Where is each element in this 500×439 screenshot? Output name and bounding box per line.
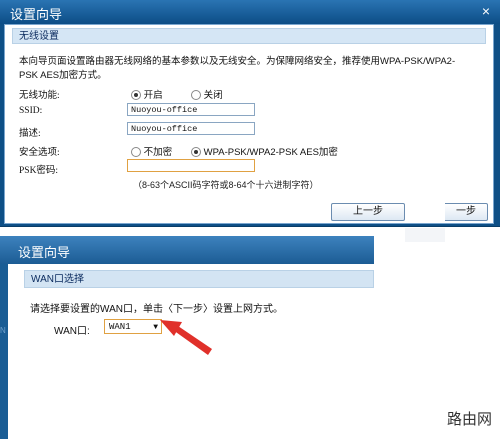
annotation-arrow-icon (160, 320, 212, 355)
watermark: 路由网 (446, 411, 492, 428)
